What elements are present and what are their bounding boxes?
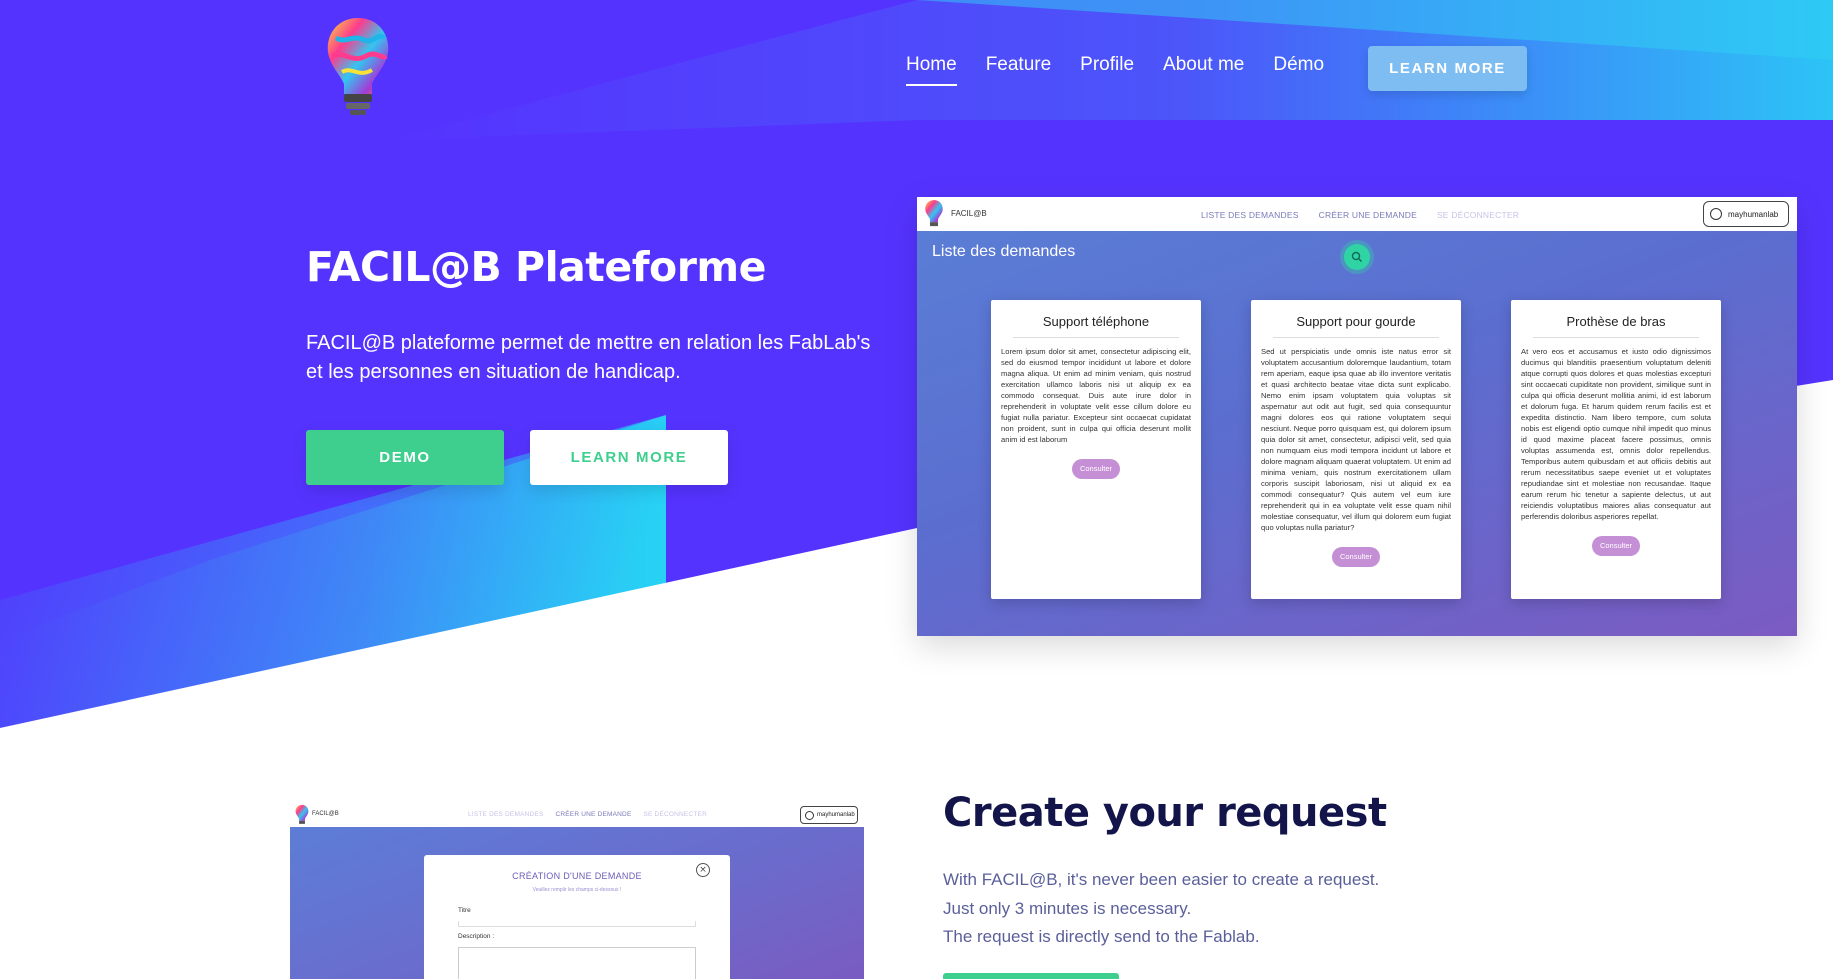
- user-icon: [1710, 208, 1722, 220]
- card-title: Support téléphone: [1013, 314, 1179, 338]
- user-icon: [805, 810, 814, 820]
- mini-link-logout: SE DÉCONNECTER: [1436, 210, 1520, 220]
- close-icon: ×: [696, 863, 710, 877]
- mini-brand: FACIL@B: [312, 811, 339, 817]
- section-line3: The request is directly send to the Fabl…: [943, 927, 1260, 946]
- mini-link-list: LISTE DES DEMANDES: [1201, 210, 1299, 220]
- card-text: Sed ut perspiciatis unde omnis iste natu…: [1261, 347, 1451, 532]
- mini-link-logout: SE DÉCONNECTER: [643, 811, 707, 818]
- section-text: With FACIL@B, it's never been easier to …: [943, 866, 1379, 952]
- search-icon: [1344, 244, 1370, 270]
- nav-about-me[interactable]: About me: [1163, 54, 1244, 84]
- section-title: Create your request: [943, 790, 1387, 836]
- nav-learn-more-button[interactable]: LEARN MORE: [1368, 46, 1527, 91]
- nav-home[interactable]: Home: [906, 54, 957, 86]
- mini-logo-icon: [923, 199, 945, 229]
- mini-page-title: Liste des demandes: [932, 243, 1076, 260]
- mini-link-create: CRÉER UNE DEMANDE: [555, 811, 632, 818]
- learn-more-button[interactable]: LEARN MORE: [530, 430, 728, 485]
- modal-subtitle: Veuillez remplir les champs ci-dessous !: [532, 887, 622, 893]
- request-card: Support téléphone Lorem ipsum dolor sit …: [991, 300, 1201, 599]
- hero-title: FACIL@B Plateforme: [306, 243, 766, 291]
- mini-link-create: CRÉER UNE DEMANDE: [1318, 210, 1417, 220]
- consult-button: Consulter: [1592, 536, 1640, 556]
- mini-logo-icon: [294, 804, 310, 826]
- section-button[interactable]: [943, 973, 1119, 979]
- lightbulb-logo-icon[interactable]: [322, 14, 394, 118]
- card-title: Prothèse de bras: [1533, 314, 1699, 338]
- mini-brand: FACIL@B: [951, 209, 987, 218]
- nav-profile[interactable]: Profile: [1080, 54, 1134, 84]
- nav-feature[interactable]: Feature: [986, 54, 1051, 84]
- mini-links: LISTE DES DEMANDES CRÉER UNE DEMANDE SE …: [1201, 210, 1539, 220]
- consult-button: Consulter: [1332, 547, 1380, 567]
- hero-description-line2: et les personnes en situation de handica…: [306, 361, 681, 383]
- create-request-modal: CRÉATION D'UNE DEMANDE Veuillez remplir …: [424, 855, 730, 979]
- mini-user-badge: mayhumanlab: [800, 806, 858, 824]
- hero-description: FACIL@B plateforme permet de mettre en r…: [306, 329, 906, 387]
- create-request-screenshot: FACIL@B LISTE DES DEMANDES CRÉER UNE DEM…: [290, 803, 864, 979]
- consult-button: Consulter: [1072, 459, 1120, 479]
- title-field-label: Titre: [458, 907, 471, 914]
- main-nav: Home Feature Profile About me Démo: [906, 54, 1353, 86]
- section-line2: Just only 3 minutes is necessary.: [943, 898, 1192, 918]
- mini-links: LISTE DES DEMANDES CRÉER UNE DEMANDE SE …: [468, 811, 719, 818]
- title-field: [458, 921, 696, 927]
- hero-description-line1: FACIL@B plateforme permet de mettre en r…: [306, 332, 871, 354]
- modal-title: CRÉATION D'UNE DEMANDE: [512, 871, 642, 881]
- platform-screenshot: FACIL@B LISTE DES DEMANDES CRÉER UNE DEM…: [917, 197, 1797, 636]
- demo-button[interactable]: DEMO: [306, 430, 504, 485]
- mini-navbar: FACIL@B LISTE DES DEMANDES CRÉER UNE DEM…: [290, 803, 864, 827]
- page: Home Feature Profile About me Démo LEARN…: [0, 0, 1833, 979]
- description-field: [458, 947, 696, 979]
- request-card: Prothèse de bras At vero eos et accusamu…: [1511, 300, 1721, 599]
- nav-demo[interactable]: Démo: [1273, 54, 1324, 84]
- mini-user-badge: mayhumanlab: [1703, 201, 1789, 227]
- description-field-label: Description :: [458, 933, 495, 940]
- card-title: Support pour gourde: [1273, 314, 1439, 338]
- request-card: Support pour gourde Sed ut perspiciatis …: [1251, 300, 1461, 599]
- card-text: At vero eos et accusamus et iusto odio d…: [1521, 347, 1711, 521]
- section-line1: With FACIL@B, it's never been easier to …: [943, 870, 1380, 889]
- mini-user-name: mayhumanlab: [1728, 209, 1779, 219]
- mini-user-name: mayhumanlab: [817, 812, 855, 818]
- mini-link-list: LISTE DES DEMANDES: [468, 811, 544, 818]
- card-text: Lorem ipsum dolor sit amet, consectetur …: [1001, 347, 1191, 444]
- mini-navbar: FACIL@B LISTE DES DEMANDES CRÉER UNE DEM…: [917, 197, 1797, 231]
